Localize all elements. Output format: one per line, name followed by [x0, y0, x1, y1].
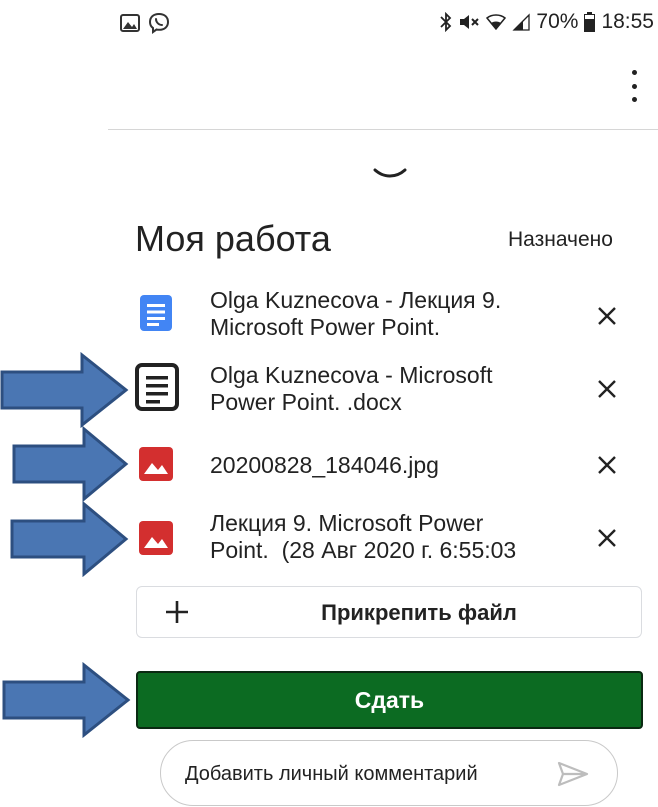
wifi-icon: [486, 14, 507, 31]
arrow-annotation-icon: [2, 662, 131, 738]
chevron-down-icon[interactable]: [372, 164, 408, 184]
mute-icon: [460, 15, 480, 29]
clock: 18:55: [601, 10, 654, 33]
bluetooth-icon: [440, 12, 452, 32]
arrow-annotation-icon: [0, 352, 129, 428]
google-docs-icon: [140, 295, 172, 331]
close-icon[interactable]: [596, 305, 618, 327]
attachment-item[interactable]: 20200828_184046.jpg: [0, 426, 658, 502]
arrow-annotation-icon: [10, 501, 129, 577]
close-icon[interactable]: [596, 378, 618, 400]
attach-file-label: Прикрепить файл: [321, 600, 517, 625]
close-icon[interactable]: [596, 454, 618, 476]
send-icon[interactable]: [557, 761, 589, 787]
attachment-name: 20200828_184046.jpg: [210, 452, 439, 478]
image-icon: [120, 14, 140, 32]
arrow-annotation-icon: [12, 426, 129, 502]
battery-level: 70%: [536, 10, 579, 33]
attachment-item[interactable]: Лекция 9. Microsoft Power Point. (28 Авг…: [0, 501, 658, 577]
image-file-icon: [139, 521, 173, 555]
document-icon: [135, 363, 179, 411]
comment-box: [160, 740, 618, 806]
status-bar-right: 70% 18:55: [440, 10, 654, 34]
attachment-name: Olga Kuznecova - Microsoft Power Point. …: [210, 362, 493, 415]
close-icon[interactable]: [596, 527, 618, 549]
submit-button[interactable]: Сдать: [136, 671, 643, 729]
comment-input[interactable]: [183, 755, 537, 793]
battery-icon: [584, 12, 596, 32]
viber-icon: [148, 12, 170, 34]
attachment-name: Olga Kuznecova - Лекция 9. Microsoft Pow…: [210, 287, 502, 340]
status-label: Назначено: [508, 228, 613, 251]
status-bar-left: [120, 12, 170, 34]
more-options-icon[interactable]: [624, 70, 644, 102]
attach-file-button[interactable]: Прикрепить файл: [136, 586, 642, 638]
divider: [108, 129, 658, 130]
attachment-item[interactable]: Olga Kuznecova - Microsoft Power Point. …: [0, 352, 658, 428]
attachment-name: Лекция 9. Microsoft Power Point. (28 Авг…: [210, 510, 517, 563]
image-file-icon: [139, 447, 173, 481]
signal-icon: [512, 13, 531, 31]
page-title: Моя работа: [135, 218, 331, 259]
attachment-item[interactable]: Olga Kuznecova - Лекция 9. Microsoft Pow…: [0, 283, 658, 353]
